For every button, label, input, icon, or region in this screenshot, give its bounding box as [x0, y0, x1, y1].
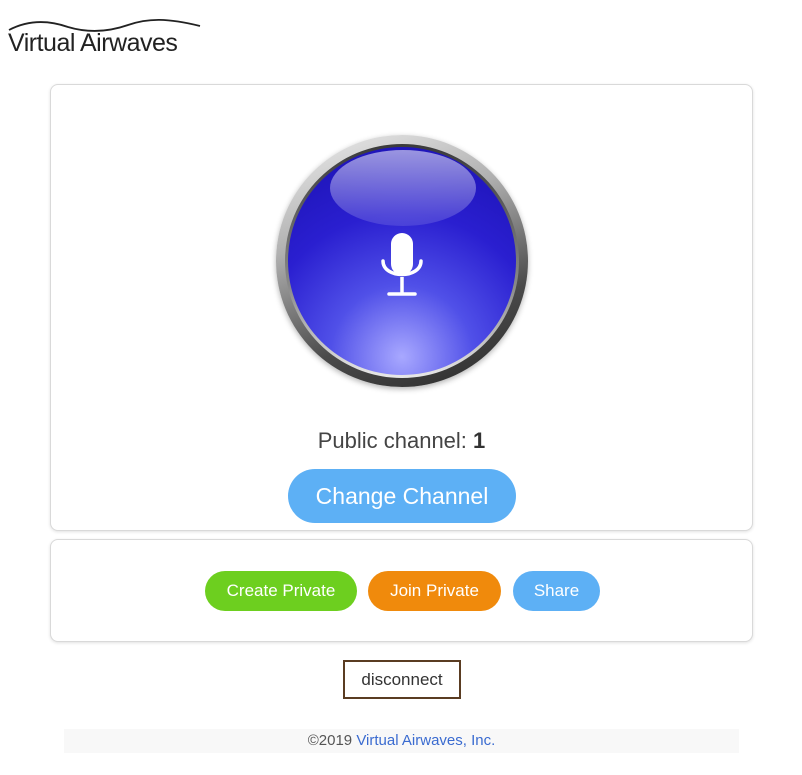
mic-gloss — [330, 150, 476, 226]
share-button[interactable]: Share — [513, 571, 600, 611]
microphone-icon — [381, 233, 423, 296]
disconnect-button[interactable]: disconnect — [343, 660, 461, 699]
actions-card: Create Private Join Private Share — [50, 539, 753, 642]
join-private-button[interactable]: Join Private — [368, 571, 501, 611]
mic-card: Public channel: 1 Change Channel — [50, 84, 753, 531]
channel-label: Public channel: — [317, 428, 467, 453]
change-channel-button[interactable]: Change Channel — [288, 469, 516, 523]
push-to-talk-button[interactable] — [276, 135, 528, 387]
brand-name: Virtual Airwaves — [8, 29, 178, 57]
company-link[interactable]: Virtual Airwaves, Inc. — [356, 732, 495, 749]
copyright-text: ©2019 — [307, 732, 353, 749]
channel-status: Public channel: 1 — [51, 428, 752, 454]
brand-logo: Virtual Airwaves — [8, 18, 203, 58]
mic-face — [288, 147, 516, 375]
create-private-button[interactable]: Create Private — [205, 571, 357, 611]
footer: ©2019 Virtual Airwaves, Inc. — [64, 729, 739, 753]
channel-number: 1 — [473, 428, 486, 453]
